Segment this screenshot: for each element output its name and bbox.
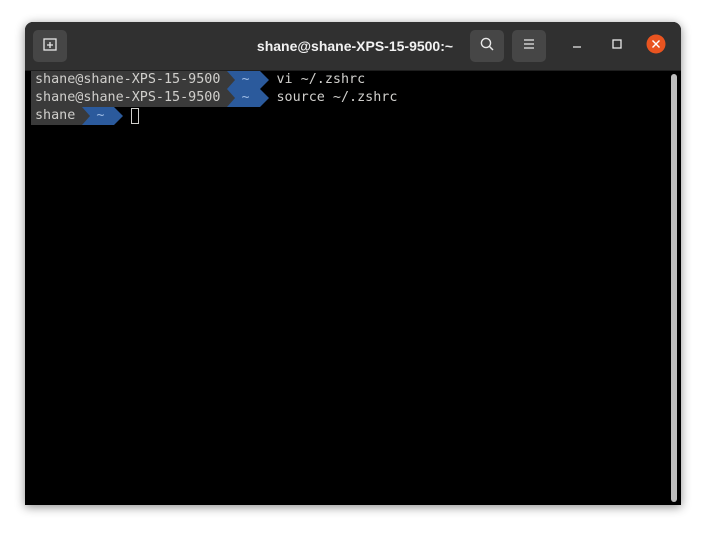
close-icon: [646, 34, 666, 59]
terminal-line: shane@shane-XPS-15-9500 ~ vi ~/.zshrc: [31, 71, 365, 89]
prompt-path: ~: [82, 107, 115, 125]
hamburger-menu-icon: [521, 36, 537, 57]
new-tab-icon: [42, 36, 58, 57]
text-cursor: [131, 108, 140, 124]
minimize-icon: [571, 37, 583, 55]
terminal-window: shane@shane-XPS-15-9500:~ shane@shane-XP…: [25, 22, 681, 505]
prompt-arrow: [259, 89, 269, 107]
terminal-line: shane@shane-XPS-15-9500 ~ source ~/.zshrc: [31, 89, 397, 107]
search-button[interactable]: [470, 30, 504, 62]
terminal-output[interactable]: shane@shane-XPS-15-9500 ~ vi ~/.zshrc shan…: [25, 71, 669, 505]
new-tab-button[interactable]: [33, 30, 67, 62]
command-text: source ~/.zshrc: [276, 90, 398, 105]
header-bar: shane@shane-XPS-15-9500:~: [25, 22, 681, 71]
maximize-button[interactable]: [607, 36, 627, 56]
prompt-user: shane@shane-XPS-15-9500: [31, 89, 228, 107]
prompt-path: ~: [227, 89, 260, 107]
prompt-user: shane@shane-XPS-15-9500: [31, 71, 228, 89]
prompt-arrow: [259, 71, 269, 89]
maximize-icon: [611, 37, 623, 55]
prompt-path: ~: [227, 71, 260, 89]
menu-button[interactable]: [512, 30, 546, 62]
close-button[interactable]: [646, 34, 666, 59]
search-icon: [479, 36, 495, 57]
scrollbar[interactable]: [671, 74, 677, 502]
minimize-button[interactable]: [567, 36, 587, 56]
terminal-line: shane ~: [31, 107, 140, 125]
prompt-arrow: [114, 107, 124, 125]
window-title: shane@shane-XPS-15-9500:~: [256, 38, 454, 54]
prompt-user: shane: [31, 107, 83, 125]
command-text: vi ~/.zshrc: [276, 72, 366, 87]
